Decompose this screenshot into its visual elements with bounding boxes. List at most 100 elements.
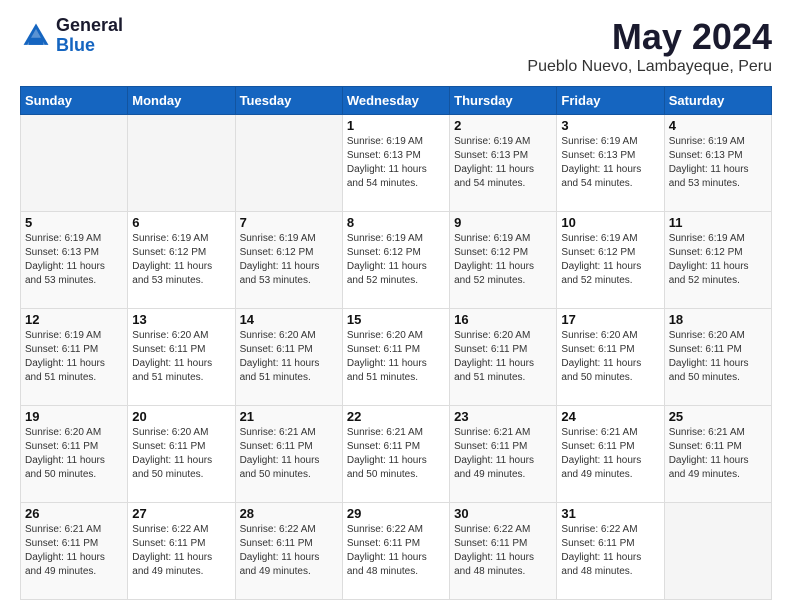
day-number: 1 (347, 118, 445, 133)
calendar-day-header: Monday (128, 87, 235, 115)
day-number: 14 (240, 312, 338, 327)
calendar-cell: 5 Sunrise: 6:19 AMSunset: 6:13 PMDaylight… (21, 212, 128, 309)
calendar-table: SundayMondayTuesdayWednesdayThursdayFrid… (20, 86, 772, 600)
header: General Blue May 2024 Pueblo Nuevo, Lamb… (20, 16, 772, 76)
day-number: 16 (454, 312, 552, 327)
calendar-week-row: 1 Sunrise: 6:19 AMSunset: 6:13 PMDaylight… (21, 115, 772, 212)
subtitle: Pueblo Nuevo, Lambayeque, Peru (527, 58, 772, 76)
calendar-cell: 19 Sunrise: 6:20 AMSunset: 6:11 PMDayligh… (21, 406, 128, 503)
day-info: Sunrise: 6:22 AMSunset: 6:11 PMDaylight:… (561, 524, 641, 577)
calendar-week-row: 26 Sunrise: 6:21 AMSunset: 6:11 PMDayligh… (21, 503, 772, 600)
day-number: 31 (561, 506, 659, 521)
day-number: 28 (240, 506, 338, 521)
day-info: Sunrise: 6:19 AMSunset: 6:12 PMDaylight:… (669, 233, 749, 286)
page: General Blue May 2024 Pueblo Nuevo, Lamb… (0, 0, 792, 612)
day-number: 26 (25, 506, 123, 521)
logo-text: General Blue (56, 16, 123, 56)
calendar-cell: 2Sunrise: 6:19 AMSunset: 6:13 PMDaylight… (450, 115, 557, 212)
calendar-week-row: 19 Sunrise: 6:20 AMSunset: 6:11 PMDayligh… (21, 406, 772, 503)
calendar-cell: 20Sunrise: 6:20 AMSunset: 6:11 PMDayligh… (128, 406, 235, 503)
day-info: Sunrise: 6:21 AMSunset: 6:11 PMDaylight:… (25, 524, 105, 577)
day-number: 9 (454, 215, 552, 230)
calendar-cell: 31 Sunrise: 6:22 AMSunset: 6:11 PMDayligh… (557, 503, 664, 600)
day-info: Sunrise: 6:20 AMSunset: 6:11 PMDaylight:… (240, 330, 320, 383)
calendar-cell: 15Sunrise: 6:20 AMSunset: 6:11 PMDayligh… (342, 309, 449, 406)
calendar-day-header: Wednesday (342, 87, 449, 115)
day-info: Sunrise: 6:19 AMSunset: 6:12 PMDaylight:… (347, 233, 427, 286)
day-info: Sunrise: 6:19 AMSunset: 6:12 PMDaylight:… (454, 233, 534, 286)
calendar-cell: 9 Sunrise: 6:19 AMSunset: 6:12 PMDaylight… (450, 212, 557, 309)
day-number: 4 (669, 118, 767, 133)
calendar-day-header: Saturday (664, 87, 771, 115)
day-number: 25 (669, 409, 767, 424)
day-info: Sunrise: 6:21 AMSunset: 6:11 PMDaylight:… (454, 427, 534, 480)
calendar-cell (21, 115, 128, 212)
day-info: Sunrise: 6:20 AMSunset: 6:11 PMDaylight:… (669, 330, 749, 383)
calendar-cell: 10 Sunrise: 6:19 AMSunset: 6:12 PMDayligh… (557, 212, 664, 309)
day-info: Sunrise: 6:22 AMSunset: 6:11 PMDaylight:… (240, 524, 320, 577)
day-number: 6 (132, 215, 230, 230)
calendar-day-header: Sunday (21, 87, 128, 115)
calendar-cell: 6 Sunrise: 6:19 AMSunset: 6:12 PMDaylight… (128, 212, 235, 309)
day-number: 23 (454, 409, 552, 424)
day-number: 22 (347, 409, 445, 424)
calendar-cell: 7Sunrise: 6:19 AMSunset: 6:12 PMDaylight… (235, 212, 342, 309)
day-info: Sunrise: 6:19 AMSunset: 6:13 PMDaylight:… (347, 136, 427, 189)
logo-icon (20, 20, 52, 52)
day-number: 12 (25, 312, 123, 327)
day-number: 5 (25, 215, 123, 230)
calendar-cell: 18 Sunrise: 6:20 AMSunset: 6:11 PMDayligh… (664, 309, 771, 406)
calendar-cell: 3Sunrise: 6:19 AMSunset: 6:13 PMDaylight… (557, 115, 664, 212)
day-info: Sunrise: 6:20 AMSunset: 6:11 PMDaylight:… (132, 427, 212, 480)
calendar-cell: 8Sunrise: 6:19 AMSunset: 6:12 PMDaylight… (342, 212, 449, 309)
main-title: May 2024 (527, 16, 772, 58)
day-info: Sunrise: 6:19 AMSunset: 6:11 PMDaylight:… (25, 330, 105, 383)
calendar-cell: 4Sunrise: 6:19 AMSunset: 6:13 PMDaylight… (664, 115, 771, 212)
calendar-cell: 27 Sunrise: 6:22 AMSunset: 6:11 PMDayligh… (128, 503, 235, 600)
day-info: Sunrise: 6:20 AMSunset: 6:11 PMDaylight:… (454, 330, 534, 383)
day-number: 27 (132, 506, 230, 521)
calendar-cell: 17Sunrise: 6:20 AMSunset: 6:11 PMDayligh… (557, 309, 664, 406)
calendar-cell: 16 Sunrise: 6:20 AMSunset: 6:11 PMDayligh… (450, 309, 557, 406)
calendar-cell: 21Sunrise: 6:21 AMSunset: 6:11 PMDayligh… (235, 406, 342, 503)
calendar-cell: 11Sunrise: 6:19 AMSunset: 6:12 PMDayligh… (664, 212, 771, 309)
calendar-cell: 14 Sunrise: 6:20 AMSunset: 6:11 PMDayligh… (235, 309, 342, 406)
day-number: 10 (561, 215, 659, 230)
calendar-cell (235, 115, 342, 212)
day-info: Sunrise: 6:20 AMSunset: 6:11 PMDaylight:… (25, 427, 105, 480)
calendar-cell: 30 Sunrise: 6:22 AMSunset: 6:11 PMDayligh… (450, 503, 557, 600)
calendar-day-header: Thursday (450, 87, 557, 115)
calendar-cell (128, 115, 235, 212)
calendar-week-row: 5 Sunrise: 6:19 AMSunset: 6:13 PMDaylight… (21, 212, 772, 309)
day-info: Sunrise: 6:20 AMSunset: 6:11 PMDaylight:… (132, 330, 212, 383)
day-number: 3 (561, 118, 659, 133)
calendar-cell: 26 Sunrise: 6:21 AMSunset: 6:11 PMDayligh… (21, 503, 128, 600)
day-number: 18 (669, 312, 767, 327)
day-info: Sunrise: 6:19 AMSunset: 6:13 PMDaylight:… (454, 136, 534, 189)
calendar-day-header: Friday (557, 87, 664, 115)
day-info: Sunrise: 6:19 AMSunset: 6:13 PMDaylight:… (25, 233, 105, 286)
day-number: 17 (561, 312, 659, 327)
calendar-cell: 28 Sunrise: 6:22 AMSunset: 6:11 PMDayligh… (235, 503, 342, 600)
day-info: Sunrise: 6:19 AMSunset: 6:12 PMDaylight:… (240, 233, 320, 286)
calendar-cell: 25Sunrise: 6:21 AMSunset: 6:11 PMDayligh… (664, 406, 771, 503)
day-info: Sunrise: 6:19 AMSunset: 6:12 PMDaylight:… (132, 233, 212, 286)
day-number: 21 (240, 409, 338, 424)
day-info: Sunrise: 6:22 AMSunset: 6:11 PMDaylight:… (454, 524, 534, 577)
calendar-cell: 13 Sunrise: 6:20 AMSunset: 6:11 PMDayligh… (128, 309, 235, 406)
calendar-cell: 24 Sunrise: 6:21 AMSunset: 6:11 PMDayligh… (557, 406, 664, 503)
day-info: Sunrise: 6:22 AMSunset: 6:11 PMDaylight:… (132, 524, 212, 577)
day-number: 24 (561, 409, 659, 424)
day-number: 15 (347, 312, 445, 327)
day-number: 29 (347, 506, 445, 521)
day-info: Sunrise: 6:19 AMSunset: 6:12 PMDaylight:… (561, 233, 641, 286)
day-number: 19 (25, 409, 123, 424)
calendar-cell (664, 503, 771, 600)
day-number: 30 (454, 506, 552, 521)
day-info: Sunrise: 6:22 AMSunset: 6:11 PMDaylight:… (347, 524, 427, 577)
day-info: Sunrise: 6:21 AMSunset: 6:11 PMDaylight:… (561, 427, 641, 480)
calendar-cell: 29 Sunrise: 6:22 AMSunset: 6:11 PMDayligh… (342, 503, 449, 600)
logo-general: General (56, 16, 123, 36)
calendar-cell: 22Sunrise: 6:21 AMSunset: 6:11 PMDayligh… (342, 406, 449, 503)
day-number: 13 (132, 312, 230, 327)
